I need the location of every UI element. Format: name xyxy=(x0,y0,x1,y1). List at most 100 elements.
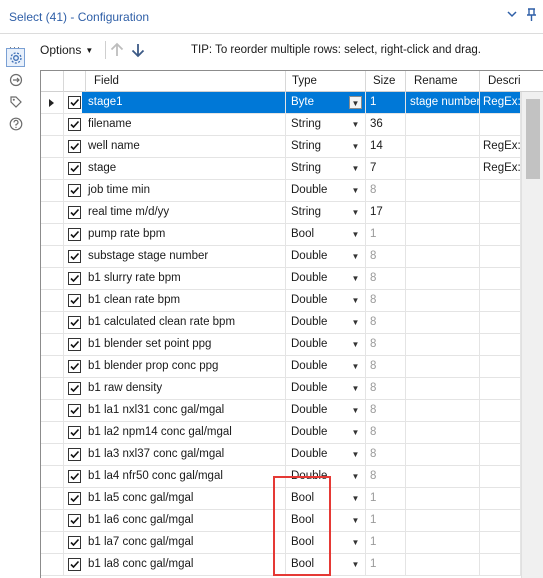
rename-cell[interactable] xyxy=(406,268,480,289)
description-cell[interactable] xyxy=(480,268,521,289)
field-name-cell[interactable]: b1 clean rate bpm xyxy=(82,290,286,311)
table-row[interactable]: well name String ▼ 14 RegEx: xyxy=(41,136,521,158)
rename-cell[interactable] xyxy=(406,290,480,311)
description-cell[interactable] xyxy=(480,532,521,553)
scrollbar-thumb[interactable] xyxy=(526,99,540,179)
dropdown-arrow-icon[interactable]: ▼ xyxy=(349,96,362,109)
description-cell[interactable] xyxy=(480,246,521,267)
type-select[interactable]: String ▼ xyxy=(286,114,366,135)
type-select[interactable]: Double ▼ xyxy=(286,290,366,311)
row-indicator[interactable] xyxy=(41,268,64,289)
dropdown-arrow-icon[interactable]: ▼ xyxy=(349,294,362,307)
column-header-rename[interactable]: Rename xyxy=(406,71,480,92)
row-indicator[interactable] xyxy=(41,466,64,487)
field-checkbox[interactable] xyxy=(68,492,81,505)
field-checkbox[interactable] xyxy=(68,558,81,571)
table-row[interactable]: b1 la3 nxl37 conc gal/mgal Double ▼ 8 xyxy=(41,444,521,466)
description-cell[interactable]: RegEx: xyxy=(480,136,521,157)
table-row[interactable]: filename String ▼ 36 xyxy=(41,114,521,136)
dropdown-arrow-icon[interactable]: ▼ xyxy=(349,118,362,131)
rename-cell[interactable] xyxy=(406,444,480,465)
row-indicator[interactable] xyxy=(41,114,64,135)
field-checkbox[interactable] xyxy=(68,184,81,197)
vertical-scrollbar[interactable] xyxy=(521,92,543,578)
type-select[interactable]: Double ▼ xyxy=(286,180,366,201)
size-cell[interactable]: 8 xyxy=(366,290,406,311)
field-name-cell[interactable]: job time min xyxy=(82,180,286,201)
gear-icon[interactable] xyxy=(6,48,25,67)
type-select[interactable]: Bool ▼ xyxy=(286,532,366,553)
chevron-down-icon[interactable] xyxy=(506,8,518,23)
size-cell[interactable]: 8 xyxy=(366,356,406,377)
header-checkbox[interactable] xyxy=(64,71,86,92)
description-cell[interactable] xyxy=(480,180,521,201)
size-cell[interactable]: 1 xyxy=(366,554,406,575)
field-checkbox[interactable] xyxy=(68,514,81,527)
field-checkbox[interactable] xyxy=(68,316,81,329)
rename-cell[interactable] xyxy=(406,246,480,267)
table-row[interactable]: b1 blender set point ppg Double ▼ 8 xyxy=(41,334,521,356)
field-checkbox[interactable] xyxy=(68,448,81,461)
field-name-cell[interactable]: real time m/d/yy xyxy=(82,202,286,223)
rename-cell[interactable] xyxy=(406,224,480,245)
row-indicator[interactable] xyxy=(41,488,64,509)
description-cell[interactable] xyxy=(480,224,521,245)
row-indicator[interactable] xyxy=(41,246,64,267)
rename-cell[interactable] xyxy=(406,532,480,553)
field-name-cell[interactable]: b1 la7 conc gal/mgal xyxy=(82,532,286,553)
dropdown-arrow-icon[interactable]: ▼ xyxy=(349,338,362,351)
row-indicator[interactable] xyxy=(41,356,64,377)
rename-cell[interactable] xyxy=(406,554,480,575)
row-indicator[interactable] xyxy=(41,290,64,311)
pin-icon[interactable] xyxy=(525,8,538,25)
rename-cell[interactable] xyxy=(406,510,480,531)
size-cell[interactable]: 8 xyxy=(366,422,406,443)
rename-cell[interactable] xyxy=(406,488,480,509)
field-checkbox[interactable] xyxy=(68,118,81,131)
type-select[interactable]: Double ▼ xyxy=(286,422,366,443)
table-row[interactable]: b1 la8 conc gal/mgal Bool ▼ 1 xyxy=(41,554,521,576)
rename-cell[interactable] xyxy=(406,378,480,399)
rename-cell[interactable] xyxy=(406,466,480,487)
size-cell[interactable]: 8 xyxy=(366,312,406,333)
description-cell[interactable] xyxy=(480,400,521,421)
dropdown-arrow-icon[interactable]: ▼ xyxy=(349,448,362,461)
description-cell[interactable] xyxy=(480,114,521,135)
field-checkbox[interactable] xyxy=(68,536,81,549)
field-checkbox[interactable] xyxy=(68,228,81,241)
dropdown-arrow-icon[interactable]: ▼ xyxy=(349,536,362,549)
dropdown-arrow-icon[interactable]: ▼ xyxy=(349,426,362,439)
dropdown-arrow-icon[interactable]: ▼ xyxy=(349,470,362,483)
dropdown-arrow-icon[interactable]: ▼ xyxy=(349,360,362,373)
size-cell[interactable]: 8 xyxy=(366,334,406,355)
dropdown-arrow-icon[interactable]: ▼ xyxy=(349,558,362,571)
rename-cell[interactable] xyxy=(406,180,480,201)
type-select[interactable]: Double ▼ xyxy=(286,268,366,289)
table-row[interactable]: b1 la7 conc gal/mgal Bool ▼ 1 xyxy=(41,532,521,554)
rename-cell[interactable] xyxy=(406,312,480,333)
connection-icon[interactable] xyxy=(6,70,25,89)
table-row[interactable]: b1 la4 nfr50 conc gal/mgal Double ▼ 8 xyxy=(41,466,521,488)
table-row[interactable]: b1 calculated clean rate bpm Double ▼ 8 xyxy=(41,312,521,334)
table-row[interactable]: pump rate bpm Bool ▼ 1 xyxy=(41,224,521,246)
size-cell[interactable]: 17 xyxy=(366,202,406,223)
row-indicator[interactable] xyxy=(41,554,64,575)
row-indicator[interactable] xyxy=(41,510,64,531)
field-checkbox[interactable] xyxy=(68,294,81,307)
size-cell[interactable]: 8 xyxy=(366,378,406,399)
row-indicator[interactable] xyxy=(41,532,64,553)
row-indicator[interactable] xyxy=(41,180,64,201)
field-name-cell[interactable]: b1 blender prop conc ppg xyxy=(82,356,286,377)
field-checkbox[interactable] xyxy=(68,404,81,417)
size-cell[interactable]: 7 xyxy=(366,158,406,179)
field-name-cell[interactable]: b1 slurry rate bpm xyxy=(82,268,286,289)
type-select[interactable]: Double ▼ xyxy=(286,444,366,465)
rename-cell[interactable] xyxy=(406,136,480,157)
type-select[interactable]: Double ▼ xyxy=(286,400,366,421)
type-select[interactable]: Bool ▼ xyxy=(286,488,366,509)
description-cell[interactable] xyxy=(480,422,521,443)
field-name-cell[interactable]: filename xyxy=(82,114,286,135)
field-name-cell[interactable]: b1 la1 nxl31 conc gal/mgal xyxy=(82,400,286,421)
field-checkbox[interactable] xyxy=(68,272,81,285)
table-row[interactable]: b1 raw density Double ▼ 8 xyxy=(41,378,521,400)
